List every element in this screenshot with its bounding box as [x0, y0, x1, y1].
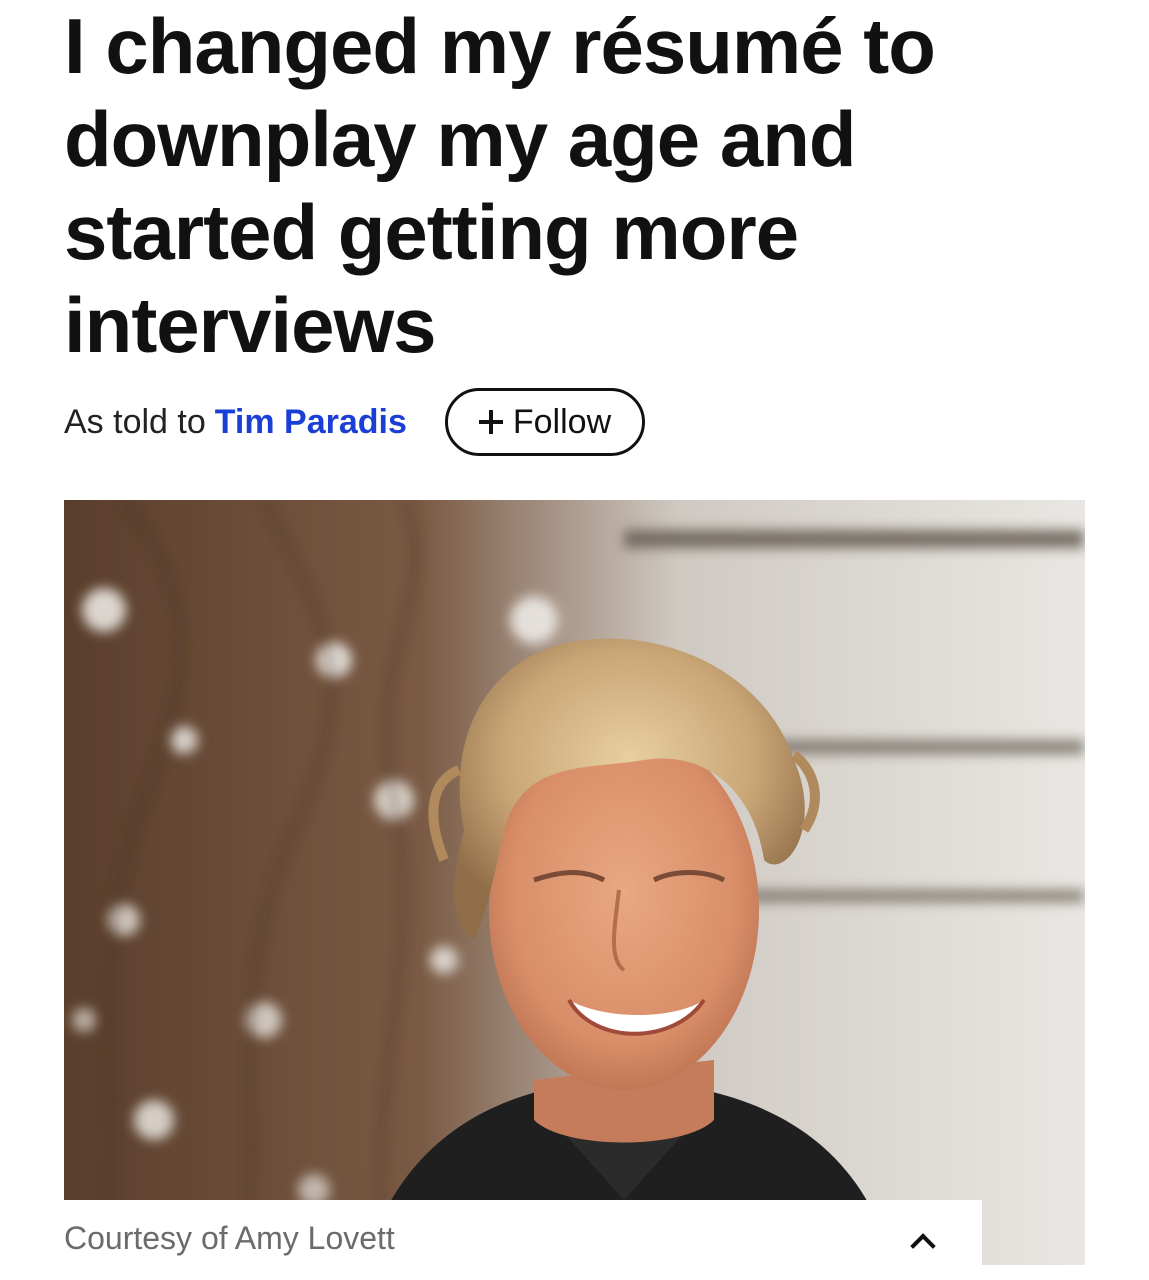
plus-icon — [478, 410, 503, 434]
photo-caption-bar: Courtesy of Amy Lovett — [0, 1200, 982, 1280]
photo-caption: Courtesy of Amy Lovett — [64, 1220, 395, 1256]
headline-line: started getting more — [64, 188, 799, 276]
headline-line: I changed my résumé to — [64, 2, 936, 90]
caption-toggle-button[interactable] — [896, 1216, 948, 1264]
hero-photo — [64, 500, 1085, 1265]
follow-button[interactable]: Follow — [445, 388, 645, 456]
hero-photo-illustration — [64, 500, 1085, 1265]
follow-button-label: Follow — [512, 402, 612, 441]
byline-prefix: As told to — [64, 402, 206, 441]
byline: As told to Tim Paradis — [64, 386, 407, 458]
headline-line: downplay my age and — [64, 95, 857, 183]
article-headline: I changed my résumé to downplay my age a… — [64, 0, 1064, 372]
author-link[interactable]: Tim Paradis — [215, 403, 407, 442]
headline-line: interviews — [64, 281, 437, 369]
chevron-up-icon — [910, 1233, 936, 1259]
